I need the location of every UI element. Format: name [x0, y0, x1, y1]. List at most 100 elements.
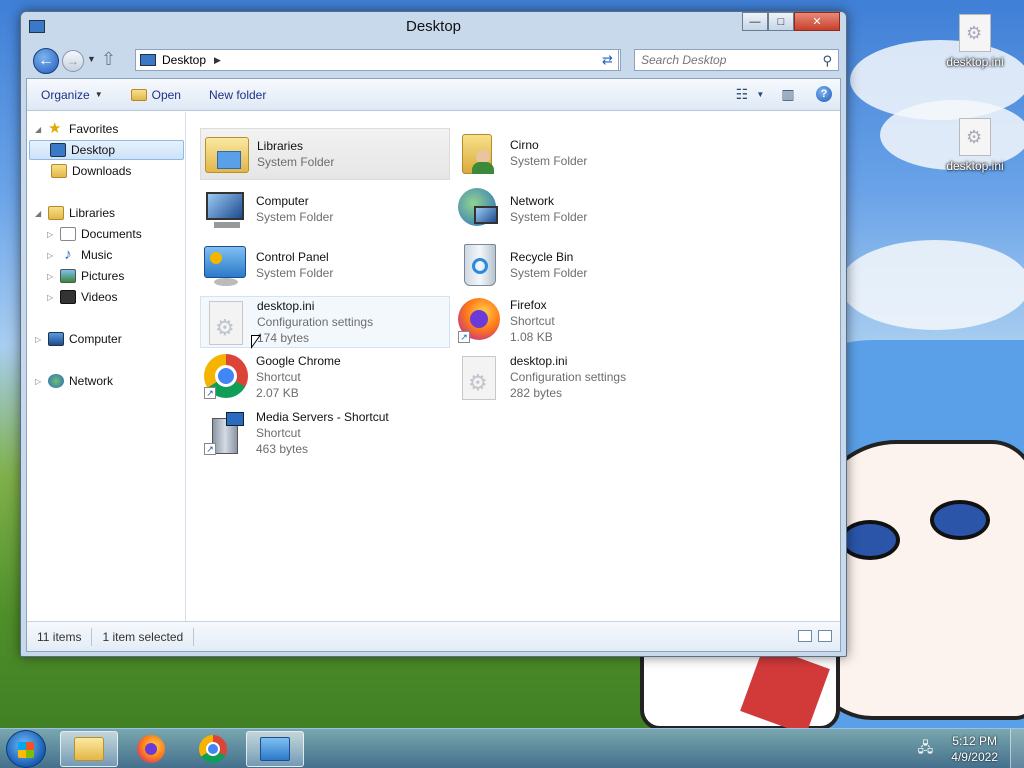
- nav-computer[interactable]: ▷ Computer: [35, 329, 122, 349]
- file-item-computer[interactable]: Computer System Folder: [200, 184, 450, 236]
- file-item-desktop-ini-2[interactable]: ⚙ desktop.ini Configuration settings 282 b…: [454, 352, 704, 404]
- libraries-folder-icon: [201, 129, 251, 179]
- title-bar[interactable]: Desktop — □ ✕: [21, 12, 846, 42]
- chevron-down-icon: ▼: [756, 89, 765, 99]
- new-folder-button[interactable]: New folder: [195, 81, 280, 109]
- nav-documents[interactable]: ▷ Documents: [47, 224, 142, 244]
- file-item-media-servers[interactable]: ↗ Media Servers - Shortcut Shortcut 463 by…: [200, 408, 450, 460]
- item-count: 11 items: [27, 627, 93, 646]
- pictures-icon: [60, 269, 76, 283]
- breadcrumb-desktop[interactable]: Desktop: [162, 53, 206, 67]
- file-item-desktop-ini-1[interactable]: ⚙ desktop.ini Configuration settings 174 b…: [200, 296, 450, 348]
- status-bar: 11 items 1 item selected: [27, 621, 840, 651]
- clock[interactable]: 5:12 PM 4/9/2022: [939, 733, 1010, 765]
- search-input[interactable]: [641, 53, 811, 67]
- file-item-recycle-bin[interactable]: Recycle Bin System Folder: [454, 240, 704, 292]
- chrome-icon: [199, 735, 227, 763]
- file-item-firefox[interactable]: ↗ Firefox Shortcut 1.08 KB: [454, 296, 704, 348]
- desktop-icon-ini-2[interactable]: desktop.ini: [940, 118, 1010, 173]
- address-bar[interactable]: Desktop ▶ ▼: [135, 49, 621, 71]
- maximize-button[interactable]: □: [768, 12, 794, 31]
- chevron-down-icon: ▼: [94, 90, 103, 99]
- view-tiles-icon: ☷: [735, 85, 749, 102]
- computer-icon: [200, 184, 250, 234]
- control-panel-icon: [260, 737, 290, 761]
- explorer-content: Organize ▼ Open New folder ☷ ▼ ▥ ? ◢ ★ Fa…: [26, 78, 841, 652]
- network-status-icon[interactable]: 🖧: [918, 737, 934, 761]
- firefox-icon: [137, 735, 165, 763]
- user-folder-icon: [454, 128, 504, 178]
- recycle-bin-icon: [454, 240, 504, 290]
- ini-file-icon: [959, 14, 991, 52]
- help-button[interactable]: ?: [816, 86, 832, 102]
- network-globe-icon: [48, 374, 64, 388]
- collapsed-triangle-icon[interactable]: ▷: [47, 293, 57, 302]
- back-button[interactable]: ←: [33, 48, 59, 74]
- nav-pictures[interactable]: ▷ Pictures: [47, 266, 124, 286]
- preview-pane-icon: ▥: [781, 85, 795, 102]
- collapsed-triangle-icon[interactable]: ▷: [35, 335, 45, 344]
- search-box[interactable]: ⚲: [634, 49, 839, 71]
- up-button[interactable]: ⇧: [101, 49, 116, 70]
- navigation-pane: ◢ ★ Favorites Desktop Downloads ◢ Librar…: [27, 112, 186, 621]
- network-globe-icon: [454, 184, 504, 234]
- nav-network[interactable]: ▷ Network: [35, 371, 113, 391]
- collapsed-triangle-icon[interactable]: ▷: [47, 230, 57, 239]
- collapsed-triangle-icon[interactable]: ▷: [47, 251, 57, 260]
- computer-icon: [48, 332, 64, 346]
- taskbar-control-panel[interactable]: [246, 731, 304, 767]
- nav-music[interactable]: ▷ ♪ Music: [47, 245, 112, 265]
- open-folder-icon: [130, 88, 147, 101]
- file-item-google-chrome[interactable]: ↗ Google Chrome Shortcut 2.07 KB: [200, 352, 450, 404]
- explorer-window: Desktop — □ ✕ ← → ▼ ⇧ Desktop ▶ ▼ ⇄ ⚲ Or…: [20, 11, 847, 657]
- open-button[interactable]: Open: [117, 81, 195, 109]
- minimize-button[interactable]: —: [742, 12, 768, 31]
- forward-button[interactable]: →: [62, 50, 84, 72]
- arrow-right-icon: →: [67, 54, 79, 68]
- collapsed-triangle-icon[interactable]: ▷: [35, 377, 45, 386]
- libraries-icon: [48, 206, 64, 220]
- preview-pane-button[interactable]: ▥: [778, 84, 798, 104]
- nav-videos[interactable]: ▷ Videos: [47, 287, 117, 307]
- nav-desktop[interactable]: Desktop: [29, 140, 184, 160]
- folder-icon: [74, 737, 104, 761]
- recent-locations-dropdown[interactable]: ▼: [87, 54, 96, 64]
- breadcrumb-chevron-icon[interactable]: ▶: [214, 55, 221, 66]
- nav-libraries[interactable]: ◢ Libraries: [35, 203, 115, 223]
- details-view-icon[interactable]: [798, 630, 812, 642]
- refresh-icon: ⇄: [602, 52, 613, 67]
- nav-favorites[interactable]: ◢ ★ Favorites: [35, 119, 118, 139]
- system-tray: 🖧 5:12 PM 4/9/2022: [918, 729, 1024, 768]
- firefox-icon: ↗: [454, 296, 504, 346]
- window-title: Desktop: [405, 18, 462, 35]
- search-icon[interactable]: ⚲: [822, 53, 832, 69]
- large-icons-view-icon[interactable]: [818, 630, 832, 642]
- ini-file-icon: [959, 118, 991, 156]
- collapsed-triangle-icon[interactable]: ▷: [47, 272, 57, 281]
- file-item-control-panel[interactable]: Control Panel System Folder: [200, 240, 450, 292]
- file-item-libraries[interactable]: Libraries System Folder: [200, 128, 450, 180]
- taskbar-explorer[interactable]: [60, 731, 118, 767]
- documents-icon: [60, 227, 76, 241]
- taskbar-firefox[interactable]: [122, 731, 180, 767]
- desktop-icon: [50, 143, 66, 157]
- desktop-icon-ini-1[interactable]: desktop.ini: [940, 14, 1010, 69]
- file-item-network[interactable]: Network System Folder: [454, 184, 704, 236]
- ini-file-icon: ⚙: [454, 352, 504, 402]
- organize-button[interactable]: Organize ▼: [27, 81, 117, 109]
- expanded-triangle-icon[interactable]: ◢: [35, 125, 45, 134]
- expanded-triangle-icon[interactable]: ◢: [35, 209, 45, 218]
- start-button[interactable]: [6, 730, 46, 768]
- ini-file-icon: ⚙: [201, 297, 251, 347]
- arrow-left-icon: ←: [38, 52, 54, 69]
- close-button[interactable]: ✕: [794, 12, 840, 31]
- change-view-button[interactable]: ☷ ▼: [736, 84, 764, 104]
- refresh-button[interactable]: ⇄: [597, 49, 619, 71]
- file-item-cirno[interactable]: Cirno System Folder: [454, 128, 704, 180]
- taskbar: 🖧 5:12 PM 4/9/2022: [0, 728, 1024, 768]
- downloads-folder-icon: [51, 164, 67, 178]
- show-desktop-button[interactable]: [1010, 729, 1024, 768]
- taskbar-chrome[interactable]: [184, 731, 242, 767]
- videos-icon: [60, 290, 76, 304]
- nav-downloads[interactable]: Downloads: [51, 161, 131, 181]
